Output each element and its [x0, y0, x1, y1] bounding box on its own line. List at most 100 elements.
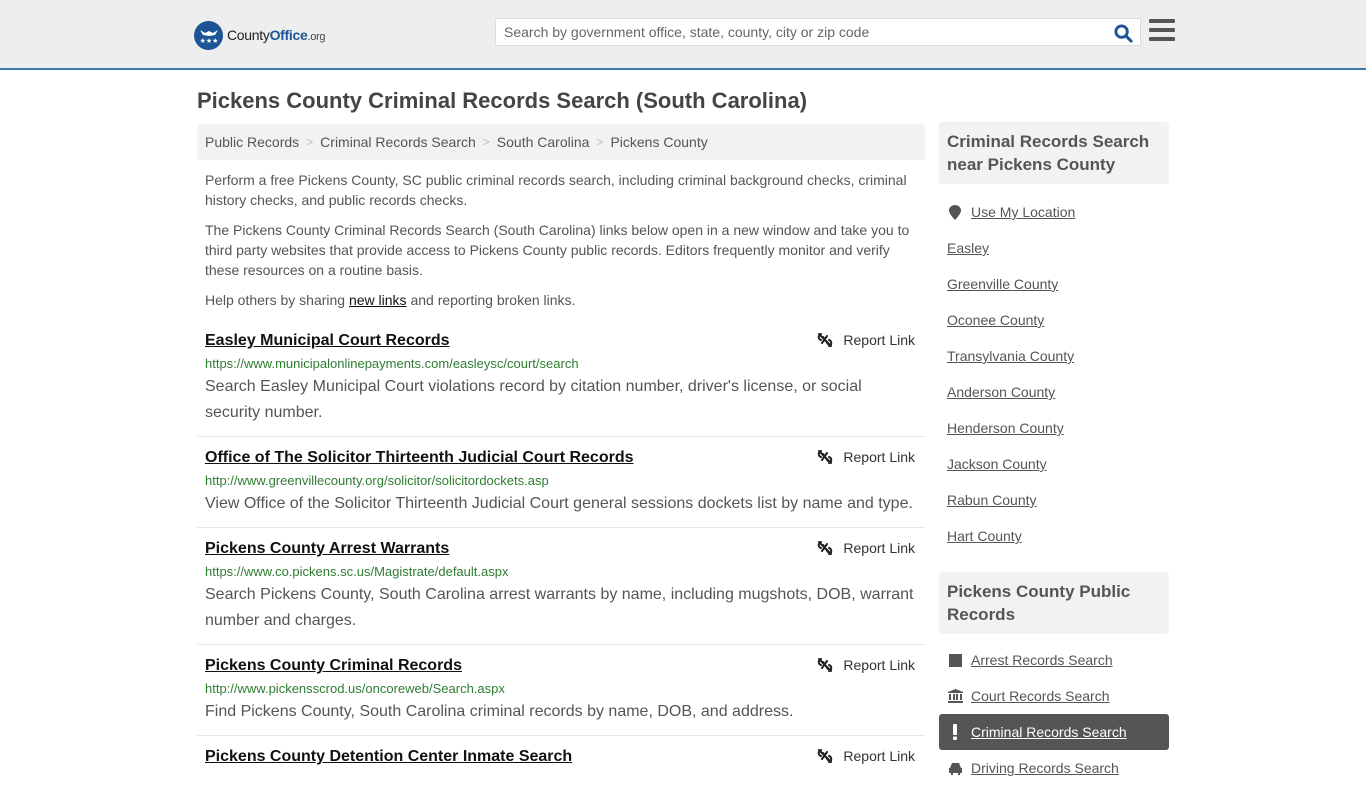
result-title-link[interactable]: Easley Municipal Court Records — [205, 330, 450, 352]
nearby-link-henderson-county[interactable]: Henderson County — [947, 420, 1064, 436]
breadcrumb-separator: > — [306, 135, 314, 149]
use-my-location-item: Use My Location — [939, 194, 1169, 230]
criminal-records-search-link[interactable]: Criminal Records Search — [971, 724, 1127, 740]
use-my-location-link[interactable]: Use My Location — [971, 204, 1075, 220]
nearby-link-greenville-county[interactable]: Greenville County — [947, 276, 1058, 292]
nearby-link-easley[interactable]: Easley — [947, 240, 989, 256]
driving-records-search-link[interactable]: Driving Records Search — [971, 760, 1119, 776]
hamburger-menu-button[interactable] — [1149, 19, 1175, 43]
public-records-heading: Pickens County Public Records — [939, 572, 1169, 634]
sidebar: Criminal Records Search near Pickens Cou… — [939, 122, 1169, 796]
result-url: https://www.municipalonlinepayments.com/… — [205, 356, 579, 371]
search-input[interactable] — [496, 19, 1106, 45]
result-description: Find Pickens County, South Carolina crim… — [205, 703, 794, 720]
logo-text: CountyOffice.org — [227, 27, 326, 43]
result-item: Office of The Solicitor Thirteenth Judic… — [197, 437, 925, 528]
broken-link-icon — [818, 658, 833, 672]
breadcrumb-criminal-records-search[interactable]: Criminal Records Search — [320, 134, 476, 150]
nearby-link-anderson-county[interactable]: Anderson County — [947, 384, 1055, 400]
result-description: Search Easley Municipal Court violations… — [205, 378, 862, 421]
report-link-label: Report Link — [843, 540, 915, 556]
intro-p3-text-end: and reporting broken links. — [406, 292, 576, 308]
report-link-button[interactable]: Report Link — [817, 748, 915, 764]
nearby-link-rabun-county[interactable]: Rabun County — [947, 492, 1037, 508]
broken-link-icon — [818, 333, 833, 347]
report-link-label: Report Link — [843, 657, 915, 673]
breadcrumb: Public Records > Criminal Records Search… — [197, 124, 925, 160]
nearby-item: Anderson County — [939, 374, 1169, 410]
breadcrumb-separator: > — [482, 135, 490, 149]
result-title-link[interactable]: Pickens County Criminal Records — [205, 655, 462, 677]
results-list: Easley Municipal Court Records Report Li… — [197, 326, 925, 778]
nearby-item: Henderson County — [939, 410, 1169, 446]
report-link-button[interactable]: Report Link — [817, 657, 915, 673]
square-icon — [947, 653, 963, 667]
map-marker-icon — [947, 204, 963, 220]
breadcrumb-pickens-county[interactable]: Pickens County — [610, 134, 707, 150]
result-title-link[interactable]: Pickens County Detention Center Inmate S… — [205, 746, 572, 768]
new-links-link[interactable]: new links — [349, 292, 407, 308]
report-link-label: Report Link — [843, 449, 915, 465]
broken-link-icon — [818, 450, 833, 464]
result-description: View Office of the Solicitor Thirteenth … — [205, 495, 913, 512]
court-records-search-link[interactable]: Court Records Search — [971, 688, 1110, 704]
intro-text: Perform a free Pickens County, SC public… — [205, 170, 917, 320]
result-item: Pickens County Detention Center Inmate S… — [197, 736, 925, 778]
breadcrumb-south-carolina[interactable]: South Carolina — [497, 134, 590, 150]
report-link-label: Report Link — [843, 748, 915, 764]
car-icon — [947, 762, 963, 775]
intro-paragraph-1: Perform a free Pickens County, SC public… — [205, 172, 907, 208]
search-box — [495, 18, 1141, 46]
site-header: ★★★ CountyOffice.org — [0, 0, 1366, 70]
nearby-link-hart-county[interactable]: Hart County — [947, 528, 1022, 544]
report-link-button[interactable]: Report Link — [817, 332, 915, 348]
broken-link-icon — [818, 541, 833, 555]
result-title-link[interactable]: Office of The Solicitor Thirteenth Judic… — [205, 447, 634, 469]
report-link-button[interactable]: Report Link — [817, 540, 915, 556]
nearby-link-jackson-county[interactable]: Jackson County — [947, 456, 1047, 472]
result-title-link[interactable]: Pickens County Arrest Warrants — [205, 538, 449, 560]
arrest-records-search-link[interactable]: Arrest Records Search — [971, 652, 1113, 668]
exclamation-icon — [947, 724, 963, 740]
nearby-item: Rabun County — [939, 482, 1169, 518]
menu-bar — [1149, 37, 1175, 41]
search-icon — [1113, 23, 1133, 43]
search-button[interactable] — [1112, 22, 1134, 44]
menu-bar — [1149, 28, 1175, 32]
intro-paragraph-3: Help others by sharing new links and rep… — [205, 290, 917, 310]
svg-text:★★★: ★★★ — [199, 37, 218, 45]
nearby-item: Jackson County — [939, 446, 1169, 482]
courthouse-icon — [947, 689, 963, 703]
public-records-item: Driving Records Search — [939, 750, 1169, 786]
nearby-link-oconee-county[interactable]: Oconee County — [947, 312, 1044, 328]
nearby-item: Hart County — [939, 518, 1169, 554]
page-title: Pickens County Criminal Records Search (… — [197, 88, 808, 113]
public-records-item: Court Records Search — [939, 678, 1169, 714]
nearby-item: Oconee County — [939, 302, 1169, 338]
result-item: Pickens County Arrest Warrants Report Li… — [197, 528, 925, 645]
public-records-item-active: Criminal Records Search — [939, 714, 1169, 750]
nearby-item: Greenville County — [939, 266, 1169, 302]
result-url: http://www.pickensscrod.us/oncoreweb/Sea… — [205, 681, 505, 696]
intro-p3-text: Help others by sharing — [205, 292, 349, 308]
report-link-label: Report Link — [843, 332, 915, 348]
broken-link-icon — [818, 749, 833, 763]
site-logo[interactable]: ★★★ CountyOffice.org — [194, 20, 326, 50]
nearby-item: Transylvania County — [939, 338, 1169, 374]
intro-paragraph-2: The Pickens County Criminal Records Sear… — [205, 222, 910, 278]
nearby-link-transylvania-county[interactable]: Transylvania County — [947, 348, 1074, 364]
result-url: http://www.greenvillecounty.org/solicito… — [205, 473, 549, 488]
nearby-list: Use My Location Easley Greenville County… — [939, 184, 1169, 564]
public-records-list: Arrest Records Search Court Records Sear… — [939, 634, 1169, 796]
nearby-item: Easley — [939, 230, 1169, 266]
nearby-heading: Criminal Records Search near Pickens Cou… — [939, 122, 1169, 184]
eagle-logo-icon: ★★★ — [194, 20, 223, 50]
result-description: Search Pickens County, South Carolina ar… — [205, 586, 914, 629]
report-link-button[interactable]: Report Link — [817, 449, 915, 465]
breadcrumb-public-records[interactable]: Public Records — [205, 134, 299, 150]
result-item: Pickens County Criminal Records Report L… — [197, 645, 925, 736]
public-records-item: Arrest Records Search — [939, 642, 1169, 678]
result-item: Easley Municipal Court Records Report Li… — [197, 326, 925, 437]
menu-bar — [1149, 19, 1175, 23]
breadcrumb-separator: > — [596, 135, 604, 149]
